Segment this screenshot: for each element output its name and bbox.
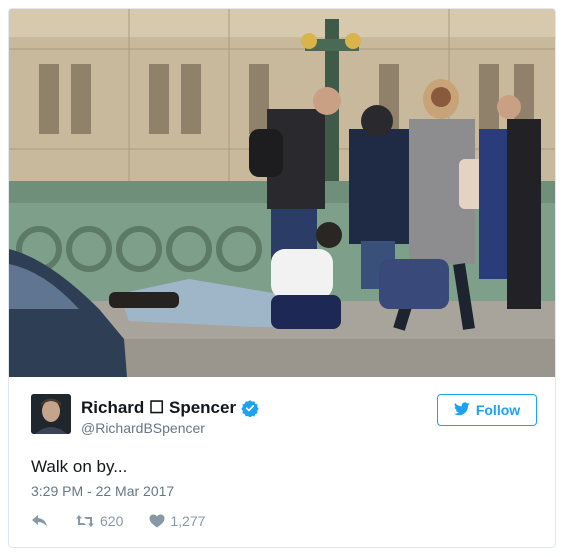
author-name-text[interactable]: Richard ☐ Spencer xyxy=(81,398,236,418)
heart-icon xyxy=(149,514,165,528)
tweet-header: Richard ☐ Spencer @RichardBSpencer Follo… xyxy=(31,394,537,439)
avatar[interactable] xyxy=(31,394,71,434)
like-button[interactable]: 1,277 xyxy=(149,513,205,529)
verified-badge-icon xyxy=(241,399,259,418)
reply-icon xyxy=(31,514,49,528)
retweet-button[interactable]: 620 xyxy=(75,513,123,529)
author-name[interactable]: Richard ☐ Spencer xyxy=(81,398,259,418)
retweet-icon xyxy=(75,514,95,528)
like-count: 1,277 xyxy=(170,513,206,529)
tweet-card: Richard ☐ Spencer @RichardBSpencer Follo… xyxy=(8,8,556,548)
follow-button[interactable]: Follow xyxy=(437,394,537,426)
tweet-timestamp[interactable]: 3:29 PM - 22 Mar 2017 xyxy=(31,483,174,499)
reply-button[interactable] xyxy=(31,514,49,528)
tweet-actions: 620 1,277 xyxy=(31,511,231,531)
follow-button-label: Follow xyxy=(475,402,521,418)
tweet-text: Walk on by... xyxy=(31,457,128,476)
twitter-bird-icon xyxy=(453,401,470,419)
tweet-photo[interactable] xyxy=(9,9,555,377)
retweet-count: 620 xyxy=(100,513,124,529)
author-handle[interactable]: @RichardBSpencer xyxy=(81,420,205,436)
